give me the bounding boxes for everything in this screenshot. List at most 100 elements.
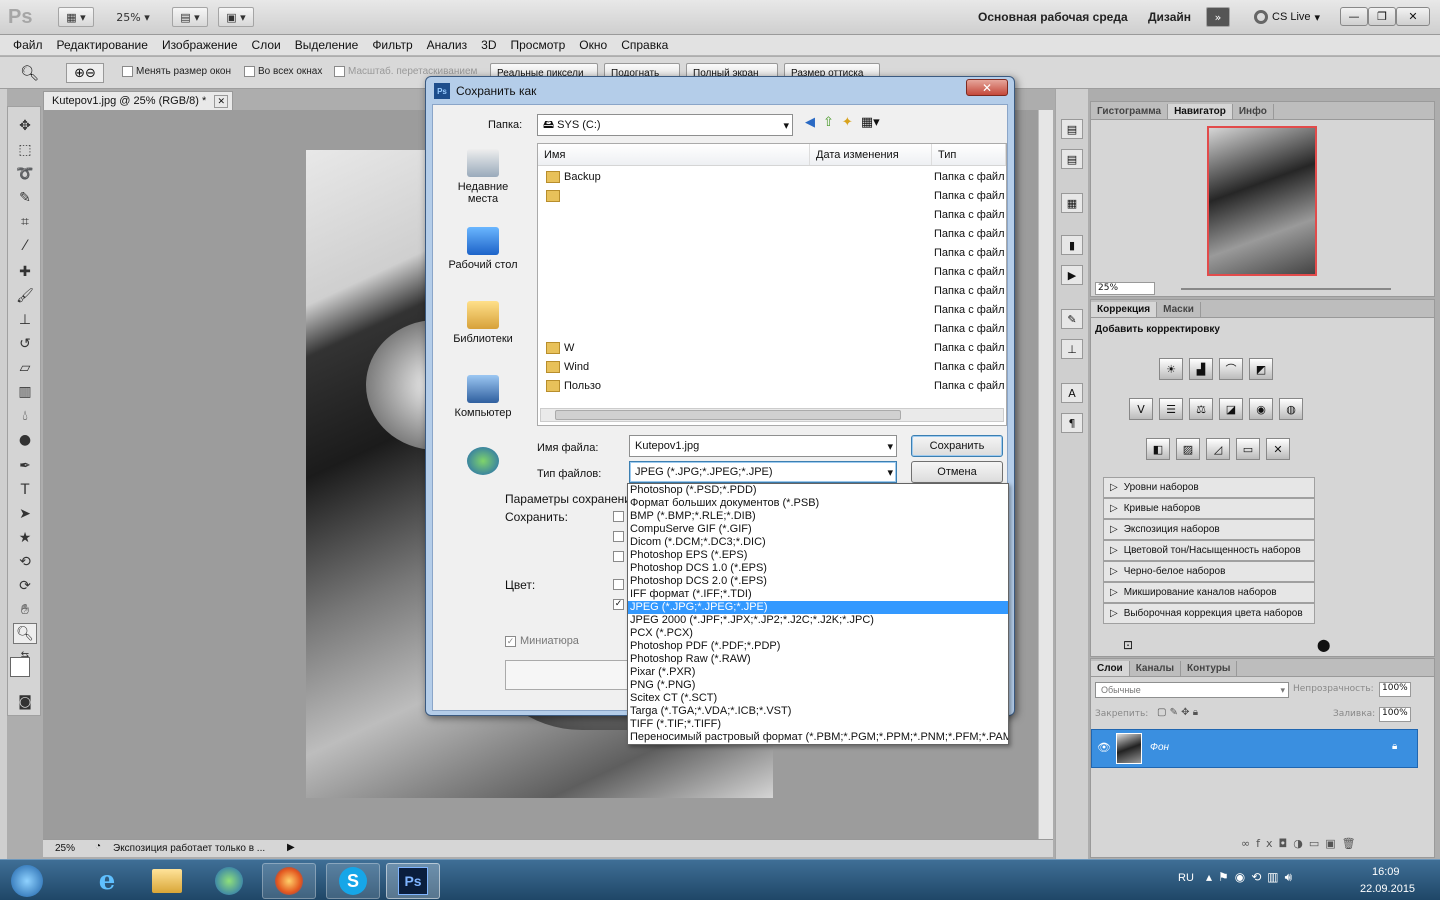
checkbox[interactable] (613, 551, 624, 562)
channel-mixer-icon[interactable]: ◍ (1279, 398, 1303, 420)
horizontal-scrollbar[interactable] (540, 408, 1004, 422)
invert-icon[interactable]: ◧ (1146, 438, 1170, 460)
filetype-option[interactable]: JPEG 2000 (*.JPF;*.JPX;*.JP2;*.J2C;*.J2K… (628, 614, 1008, 627)
hand-tool-icon[interactable]: ✋︎ (13, 599, 37, 620)
checkbox[interactable] (122, 66, 133, 77)
close-tab-icon[interactable]: ✕ (214, 94, 228, 108)
resize-windows-option[interactable]: Менять размер окон (122, 66, 231, 77)
cs-live-menu[interactable]: CS Live ▾ (1254, 10, 1320, 24)
lock-icons[interactable]: ▢ ✎ ✥ 🔒︎ (1157, 707, 1198, 718)
brightness-icon[interactable]: ☀ (1159, 358, 1183, 380)
blur-tool-icon[interactable]: 💧︎ (13, 405, 37, 426)
workspace-design[interactable]: Дизайн (1148, 10, 1191, 24)
firefox-icon[interactable] (262, 863, 316, 899)
list-item[interactable]: Папка с файл (538, 320, 1008, 339)
file-explorer-icon[interactable] (140, 863, 194, 899)
menu-image[interactable]: Изображение (155, 38, 245, 52)
preset-selective-color[interactable]: ▷ Выборочная коррекция цвета наборов (1103, 603, 1315, 624)
menu-filter[interactable]: Фильтр (365, 38, 419, 52)
return-to-list-icon[interactable]: ⊡ (1123, 638, 1133, 652)
filetype-option[interactable]: Photoshop EPS (*.EPS) (628, 549, 1008, 562)
curves-icon[interactable]: ⌒ (1219, 358, 1243, 380)
vibrance-icon[interactable]: V (1129, 398, 1153, 420)
color-panel-icon[interactable]: ▦ (1061, 193, 1083, 213)
checkbox[interactable] (334, 66, 345, 77)
path-selection-tool-icon[interactable]: ➤ (13, 503, 37, 524)
vertical-scrollbar[interactable] (1038, 110, 1053, 839)
3d-rotate-tool-icon[interactable]: ⟲ (13, 551, 37, 572)
filetype-option[interactable]: Scitex CT (*.SCT) (628, 692, 1008, 705)
list-item[interactable]: Папка с файл (538, 187, 1008, 206)
menu-window[interactable]: Окно (572, 38, 614, 52)
navigator-zoom-slider[interactable] (1181, 288, 1391, 290)
clone-source-panel-icon[interactable]: ⊥ (1061, 339, 1083, 359)
zoom-tool-icon[interactable]: 🔍︎ (20, 64, 39, 82)
checkbox[interactable] (613, 511, 624, 522)
history-brush-tool-icon[interactable]: ↺ (13, 333, 37, 354)
tab-histogram[interactable]: Гистограмма (1091, 104, 1169, 119)
list-item[interactable]: W Папка с файл (538, 339, 1008, 358)
navigator-zoom-field[interactable]: 25% (1095, 282, 1155, 295)
screen-mode-button[interactable]: ▣ ▾ (218, 7, 254, 27)
checkbox[interactable] (613, 579, 624, 590)
filetype-option[interactable]: Photoshop (*.PSD;*.PDD) (628, 484, 1008, 497)
new-folder-icon[interactable]: ✦ (842, 115, 853, 130)
list-item[interactable]: Backup Папка с файл (538, 168, 1008, 187)
layer-actions-icons[interactable]: ∞fx◘◑▭▣🗑︎ (1241, 837, 1362, 850)
filetype-dropdown-list[interactable]: Photoshop (*.PSD;*.PDD) Формат больших до… (627, 483, 1009, 745)
fill-field[interactable]: 100% (1379, 707, 1411, 722)
menu-edit[interactable]: Редактирование (50, 38, 155, 52)
filetype-option[interactable]: Photoshop DCS 2.0 (*.EPS) (628, 575, 1008, 588)
styles-panel-icon[interactable]: ▶ (1061, 265, 1083, 285)
paragraph-panel-icon[interactable]: ¶ (1061, 413, 1083, 433)
scroll-thumb[interactable] (555, 410, 901, 420)
checkbox-checked[interactable]: ✓ (613, 599, 624, 610)
preset-hue-saturation[interactable]: ▷ Цветовой тон/Насыщенность наборов (1103, 540, 1315, 561)
workspace-essentials[interactable]: Основная рабочая среда (978, 10, 1128, 24)
thumbnail-option[interactable]: ✓ Миниатюра (505, 635, 579, 647)
menu-analysis[interactable]: Анализ (420, 38, 475, 52)
photoshop-taskbar-button[interactable]: Ps (386, 863, 440, 899)
navigator-thumbnail[interactable] (1207, 126, 1317, 276)
filetype-option[interactable]: TIFF (*.TIF;*.TIFF) (628, 718, 1008, 731)
clip-to-layer-icon[interactable]: ⬤ (1317, 638, 1330, 652)
crop-tool-icon[interactable]: ⌗ (13, 211, 37, 232)
opacity-field[interactable]: 100% (1379, 682, 1411, 697)
quick-selection-tool-icon[interactable]: ✎ (13, 187, 37, 208)
filetype-option[interactable]: Photoshop Raw (*.RAW) (628, 653, 1008, 666)
filetype-select[interactable]: JPEG (*.JPG;*.JPEG;*.JPE) ▾ (629, 461, 897, 483)
filetype-option[interactable]: Формат больших документов (*.PSB) (628, 497, 1008, 510)
3d-orbit-tool-icon[interactable]: ⟳ (13, 575, 37, 596)
preset-curves[interactable]: ▷ Кривые наборов (1103, 498, 1315, 519)
place-libraries[interactable]: Библиотеки (443, 301, 523, 345)
history-panel-icon[interactable]: ▤ (1061, 119, 1083, 139)
tab-channels[interactable]: Каналы (1130, 661, 1181, 676)
list-item[interactable]: Пользо Папка с файл (538, 377, 1008, 396)
tab-masks[interactable]: Маски (1157, 302, 1201, 317)
column-date[interactable]: Дата изменения (810, 144, 932, 165)
more-workspaces-icon[interactable]: » (1206, 7, 1230, 27)
cancel-button[interactable]: Отмена (911, 461, 1003, 483)
character-panel-icon[interactable]: A (1061, 383, 1083, 403)
healing-brush-tool-icon[interactable]: ✚ (13, 261, 37, 282)
folder-nav-icons[interactable]: ◀ ⇧ ✦ ▦▾ (805, 115, 880, 130)
close-app-button[interactable]: ✕ (1396, 7, 1430, 26)
menu-3d[interactable]: 3D (474, 38, 503, 52)
all-windows-option[interactable]: Во всех окнах (244, 66, 322, 77)
filename-input[interactable]: Kutepov1.jpg ▾ (629, 435, 897, 457)
filetype-option[interactable]: BMP (*.BMP;*.RLE;*.DIB) (628, 510, 1008, 523)
status-menu-arrow-icon[interactable]: ▶ (287, 842, 295, 853)
tab-navigator[interactable]: Навигатор (1168, 104, 1233, 119)
menu-help[interactable]: Справка (614, 38, 675, 52)
filetype-option[interactable]: PCX (*.PCX) (628, 627, 1008, 640)
preset-exposure[interactable]: ▷ Экспозиция наборов (1103, 519, 1315, 540)
filetype-option[interactable]: Photoshop PDF (*.PDF;*.PDP) (628, 640, 1008, 653)
up-folder-icon[interactable]: ⇧ (823, 115, 834, 130)
clock-time[interactable]: 16:09 (1372, 866, 1400, 878)
save-button[interactable]: Сохранить (911, 435, 1003, 457)
preset-black-white[interactable]: ▷ Черно-белое наборов (1103, 561, 1315, 582)
black-white-icon[interactable]: ◪ (1219, 398, 1243, 420)
zoom-level-dropdown[interactable]: 25% ▾ (108, 7, 158, 27)
clock-date[interactable]: 22.09.2015 (1360, 883, 1415, 895)
skype-icon[interactable]: S (326, 863, 380, 899)
